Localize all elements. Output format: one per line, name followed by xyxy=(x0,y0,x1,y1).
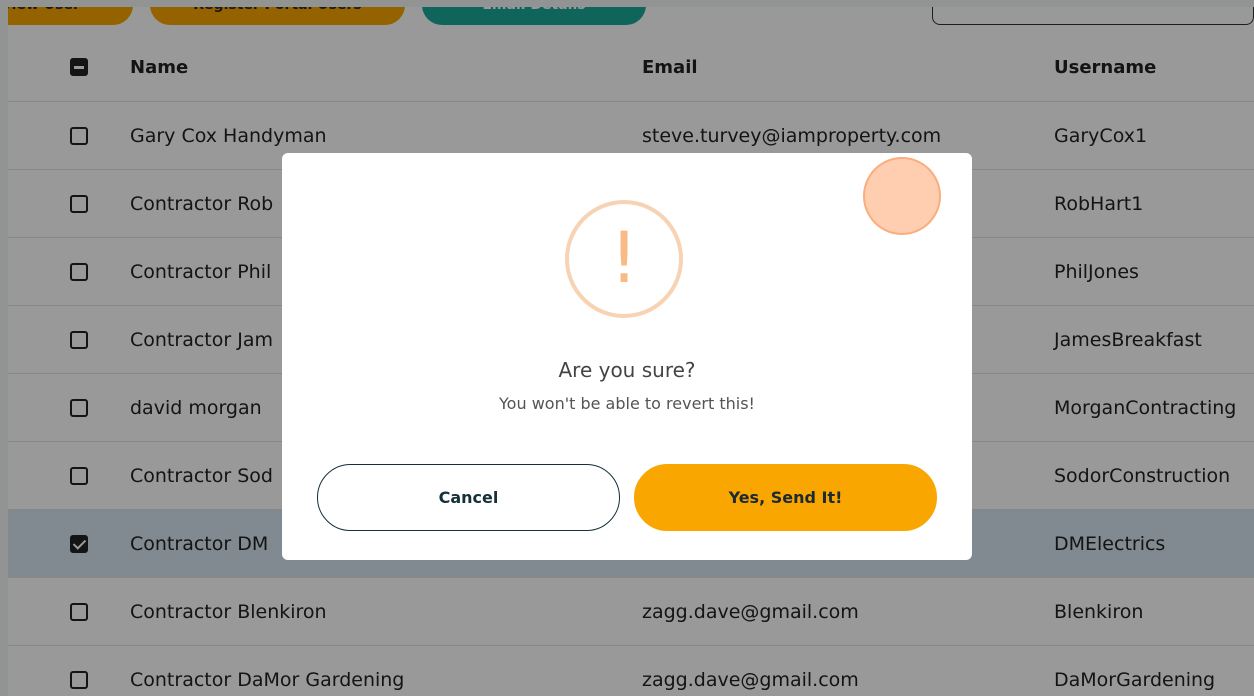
cancel-button[interactable]: Cancel xyxy=(317,464,620,531)
cursor-click-indicator xyxy=(863,157,941,235)
dialog-message: You won't be able to revert this! xyxy=(499,394,755,413)
warning-icon: ! xyxy=(565,200,683,318)
exclamation-icon: ! xyxy=(609,217,639,299)
dialog-title: Are you sure? xyxy=(558,358,696,382)
confirm-send-button[interactable]: Yes, Send It! xyxy=(634,464,937,531)
